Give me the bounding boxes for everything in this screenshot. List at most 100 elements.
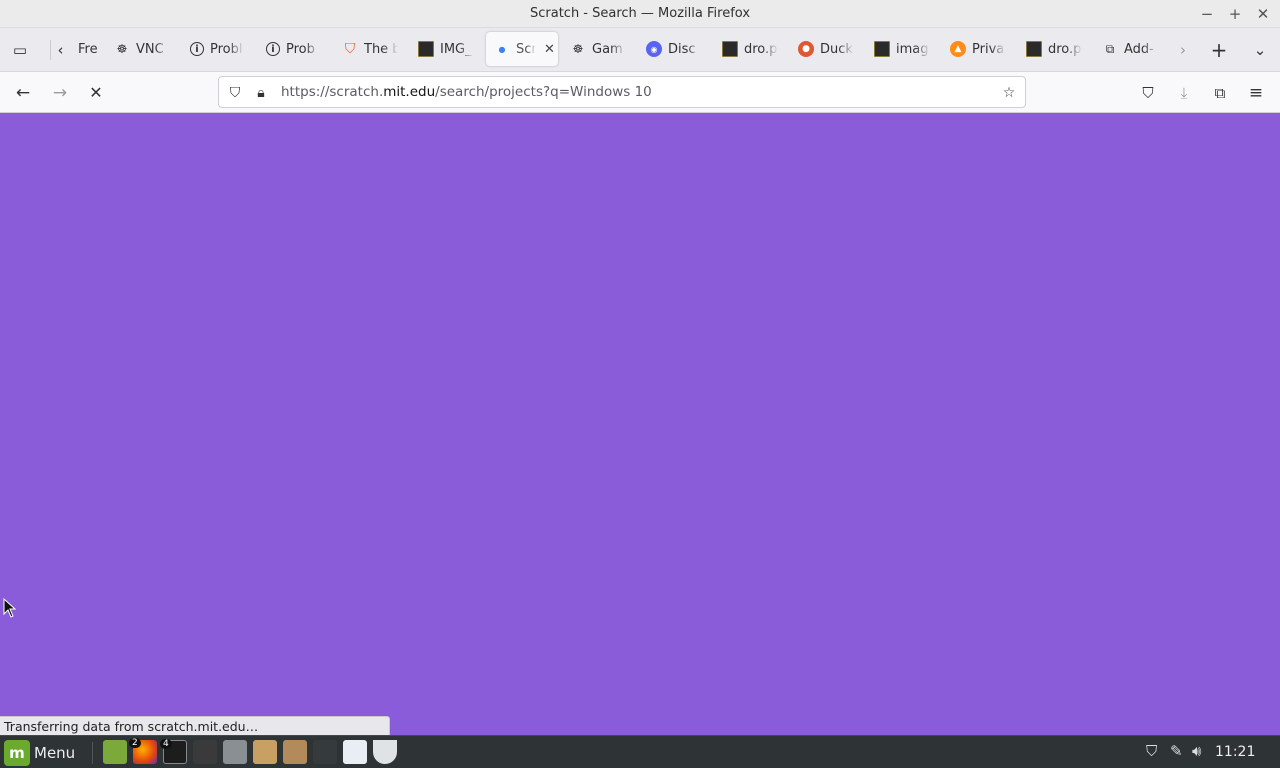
mouse-cursor-icon — [3, 598, 17, 618]
window-count-badge: 4 — [160, 739, 172, 749]
tab-0[interactable]: Fre — [70, 32, 110, 66]
image-icon — [874, 41, 890, 57]
tab-7[interactable]: ☸ Gam — [562, 32, 634, 66]
navigation-toolbar: ← → ✕ ⛉ 🔒︎ https://scratch.mit.edu/searc… — [0, 72, 1280, 113]
scroll-tabs-right-button[interactable]: › — [1173, 40, 1193, 60]
app-menu-button[interactable]: ≡ — [1245, 82, 1267, 104]
start-menu-button[interactable]: m Menu — [4, 740, 75, 766]
status-panel: Transferring data from scratch.mit.edu… — [0, 716, 390, 736]
window-count-badge: 2 — [129, 738, 141, 748]
info-icon: i — [190, 42, 204, 56]
tab-label: Prob — [286, 41, 315, 57]
tab-label: Probl — [210, 41, 243, 57]
image-icon — [1026, 41, 1042, 57]
firefox-view-button[interactable]: ▭ — [10, 40, 30, 60]
maximize-button[interactable]: + — [1225, 4, 1245, 24]
forward-button[interactable]: → — [49, 82, 71, 104]
window-title: Scratch - Search — Mozilla Firefox — [529, 6, 751, 21]
firefox-app-icon[interactable]: 2 — [129, 738, 157, 764]
tab-label: VNC — [136, 41, 164, 57]
tab-strip: ▭ ‹ Fre ☸ VNC i Probl i Prob ⛉ The b IMG… — [0, 28, 1280, 72]
menu-label: Menu — [34, 744, 76, 762]
image-icon — [722, 41, 738, 57]
vnc-icon: ☸ — [116, 42, 128, 56]
system-taskbar: m Menu 2 4 ⛉ ✎ 🔊︎ 11:21 — [0, 735, 1280, 768]
close-window-button[interactable]: ✕ — [1253, 4, 1273, 24]
minimize-button[interactable]: − — [1197, 4, 1217, 24]
tab-2[interactable]: i Probl — [182, 32, 254, 66]
window-titlebar: Scratch - Search — Mozilla Firefox − + ✕ — [0, 0, 1280, 28]
text-editor-app-icon[interactable] — [193, 740, 217, 764]
chevron-down-icon: ⌄ — [1253, 41, 1267, 59]
empty-launcher-slot[interactable] — [313, 740, 337, 764]
info-icon: i — [266, 42, 280, 56]
tab-11[interactable]: imag — [866, 32, 938, 66]
puzzle-icon: ⧉ — [1105, 41, 1115, 56]
tab-label: Duck — [820, 41, 853, 57]
tab-4[interactable]: ⛉ The b — [334, 32, 406, 66]
settings-app-icon[interactable] — [223, 740, 247, 764]
tab-label: Scr — [516, 41, 536, 57]
stop-loading-button[interactable]: ✕ — [85, 82, 107, 104]
tab-label: Add- — [1124, 41, 1154, 57]
linux-mint-logo-icon: m — [4, 740, 30, 766]
tab-12[interactable]: ▲ Priva — [942, 32, 1014, 66]
back-button[interactable]: ← — [12, 82, 34, 104]
tab-label: IMG_ — [440, 41, 472, 57]
loading-dot-icon: ● — [498, 44, 506, 54]
tab-label: The b — [364, 41, 398, 57]
privacy-icon: ▲ — [950, 41, 966, 57]
discord-icon: ◉ — [646, 41, 662, 57]
chevron-right-icon: › — [1180, 41, 1186, 59]
tab-label: dro.p — [1048, 41, 1082, 57]
files-app-icon[interactable] — [103, 740, 127, 764]
close-tab-icon[interactable]: ✕ — [544, 42, 555, 57]
new-tab-button[interactable]: + — [1209, 40, 1229, 60]
extensions-button[interactable]: ⧉ — [1209, 82, 1231, 104]
url-bar[interactable]: ⛉ 🔒︎ https://scratch.mit.edu/search/proj… — [218, 76, 1026, 108]
package-app-icon[interactable] — [283, 740, 307, 764]
terminal-app-icon[interactable]: 4 — [160, 739, 187, 764]
plus-icon: + — [1210, 38, 1228, 62]
pen-icon[interactable]: ✎ — [1170, 742, 1183, 760]
scroll-tabs-left-button[interactable]: ‹ — [50, 40, 70, 60]
shield-app-icon[interactable] — [373, 740, 397, 764]
pocket-button[interactable]: ⛉ — [1137, 82, 1159, 104]
volume-icon[interactable]: 🔊︎ — [1192, 742, 1201, 760]
download-icon: ⤓ — [1180, 84, 1188, 102]
stop-icon: ✕ — [89, 83, 103, 102]
arrow-left-icon: ← — [15, 83, 31, 103]
duckduckgo-icon: ● — [798, 41, 814, 57]
taskbar-separator — [92, 742, 93, 764]
puzzle-icon: ⧉ — [1214, 84, 1226, 102]
document-app-icon[interactable] — [343, 740, 367, 764]
hamburger-menu-icon: ≡ — [1248, 83, 1264, 103]
image-icon — [418, 41, 434, 57]
tab-8[interactable]: ◉ Disc — [638, 32, 710, 66]
list-all-tabs-button[interactable]: ⌄ — [1250, 40, 1270, 60]
tracking-protection-shield-icon[interactable]: ⛉ — [225, 83, 245, 103]
tab-9[interactable]: dro.p — [714, 32, 786, 66]
tab-6-active[interactable]: ● Scr ✕ — [486, 32, 558, 66]
tab-label: Disc — [668, 41, 696, 57]
page-content-area — [0, 113, 1280, 735]
tab-10[interactable]: ● Duck — [790, 32, 862, 66]
lock-icon[interactable]: 🔒︎ — [251, 83, 271, 103]
tab-5[interactable]: IMG_ — [410, 32, 482, 66]
bookmark-star-icon[interactable]: ☆ — [999, 83, 1019, 103]
downloads-button[interactable]: ⤓ — [1173, 82, 1195, 104]
tab-label: Gam — [592, 41, 623, 57]
tab-13[interactable]: dro.p — [1018, 32, 1090, 66]
network-shield-icon[interactable]: ⛉ — [1146, 742, 1157, 760]
archive-app-icon[interactable] — [253, 740, 277, 764]
tab-label: imag — [896, 41, 929, 57]
tab-3[interactable]: i Prob — [258, 32, 330, 66]
clock[interactable]: 11:21 — [1215, 744, 1255, 760]
chevron-left-icon: ‹ — [57, 41, 64, 59]
tab-14[interactable]: ⧉ Add- — [1094, 32, 1166, 66]
url-text[interactable]: https://scratch.mit.edu/search/projects?… — [281, 84, 652, 100]
tab-label: dro.p — [744, 41, 778, 57]
tab-1[interactable]: ☸ VNC — [106, 32, 178, 66]
arrow-right-icon: → — [52, 83, 68, 103]
firefox-view-icon: ▭ — [12, 41, 28, 59]
